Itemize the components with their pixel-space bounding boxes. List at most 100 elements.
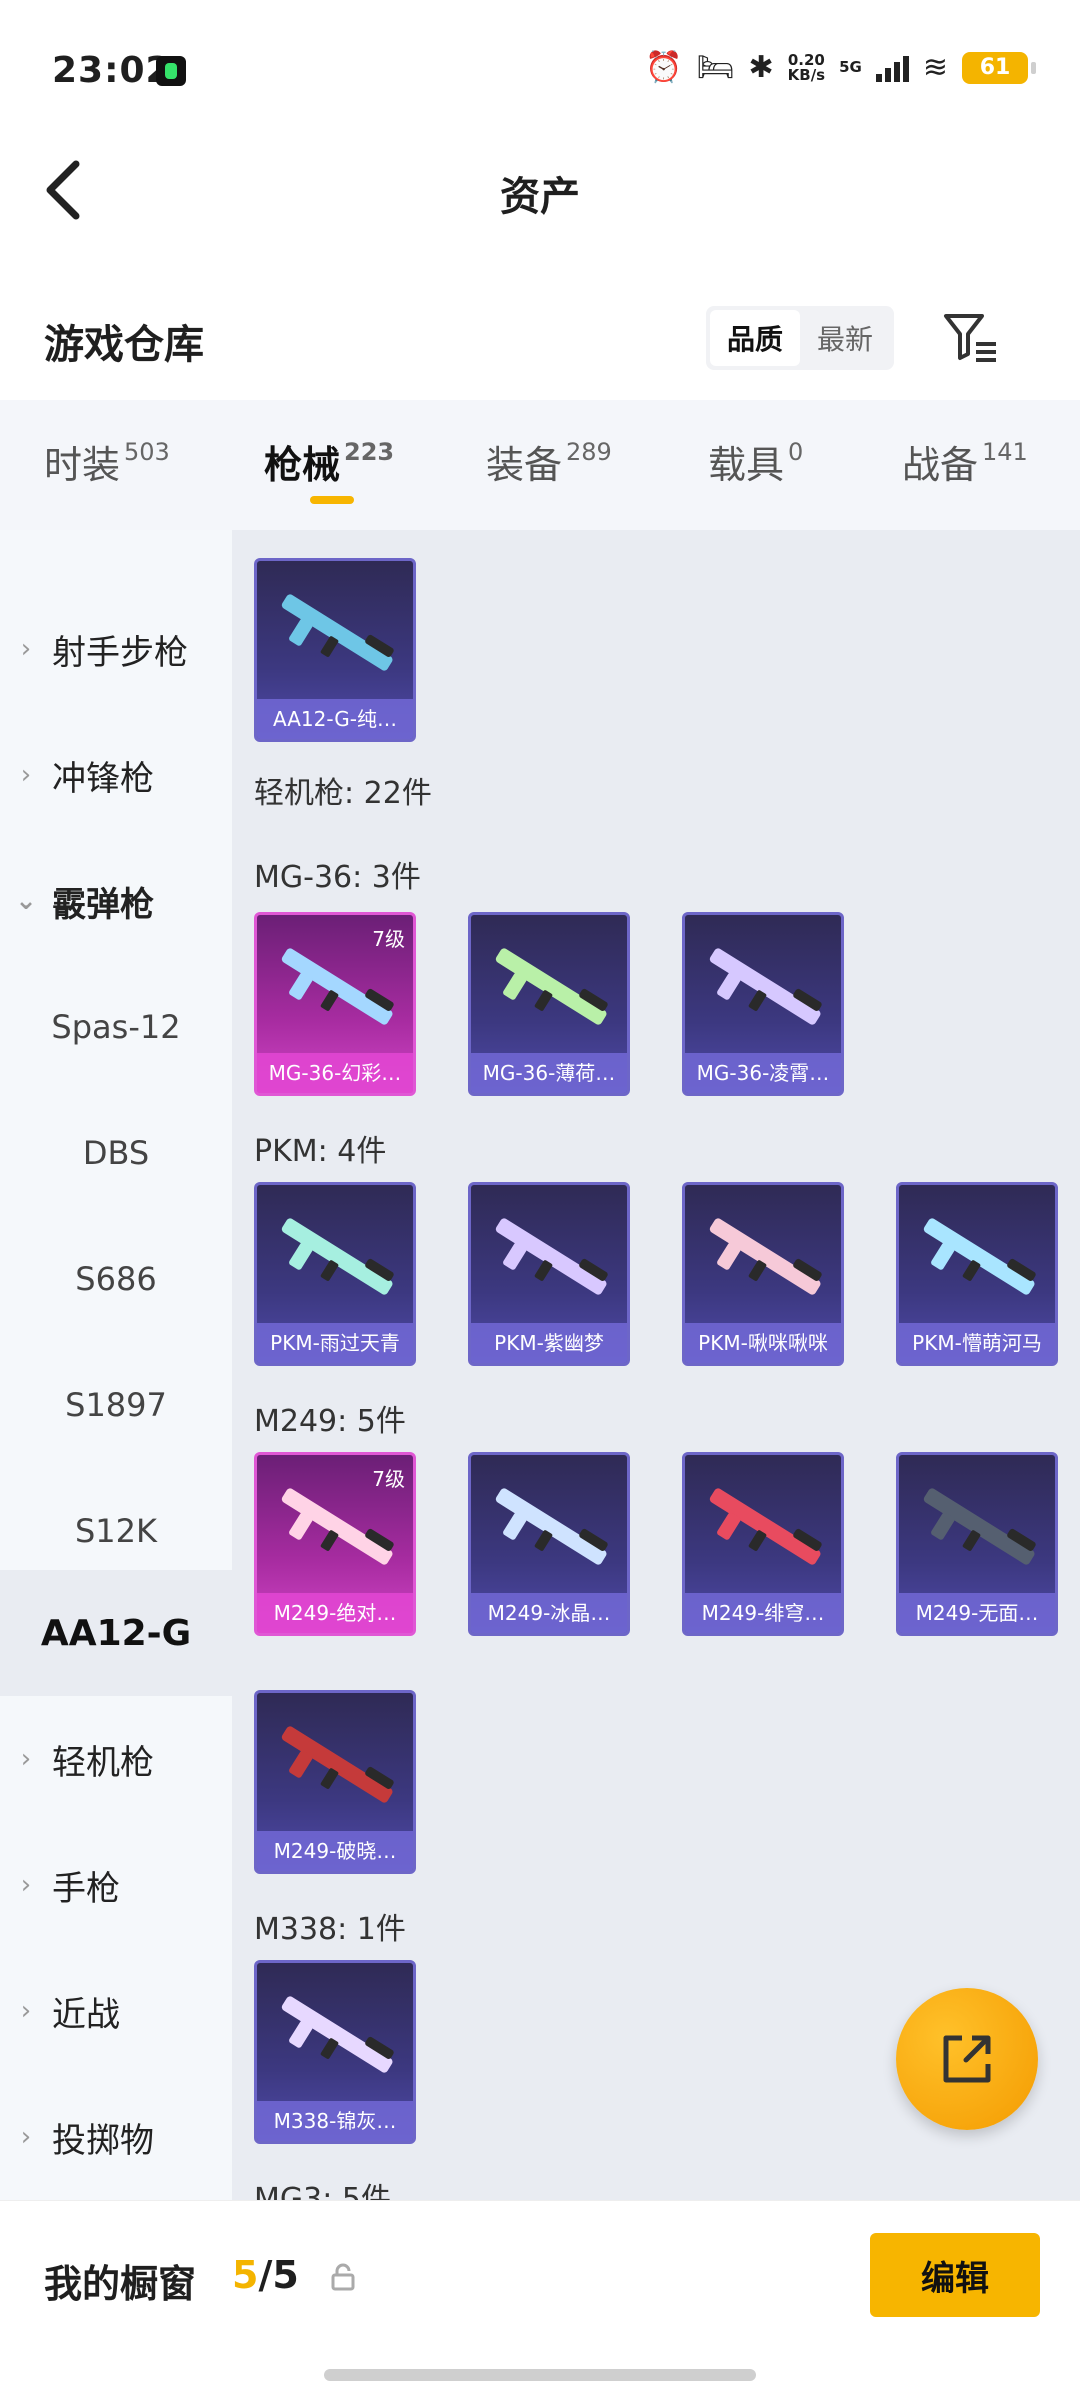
group-label-mg36: MG-36: 3件: [254, 860, 421, 895]
external-link-icon: [943, 2035, 991, 2083]
weapon-name: PKM-懵萌河马: [899, 1323, 1055, 1363]
sidebar-item-lmg[interactable]: › 轻机枪: [0, 1696, 232, 1822]
group-label-lmg: 轻机枪: 22件: [254, 776, 432, 811]
weapon-skin-image: [923, 1488, 1036, 1565]
sidebar-item-shotgun[interactable]: ⌄ 霰弹枪: [0, 838, 232, 964]
weapon-name: M249-冰晶…: [471, 1593, 627, 1633]
weapon-name: M249-绝对…: [257, 1593, 413, 1633]
sidebar-item-dbs[interactable]: DBS: [0, 1090, 232, 1216]
sidebar-item-melee[interactable]: › 近战: [0, 1948, 232, 2074]
weapon-card[interactable]: M338-锦灰…: [254, 1960, 416, 2144]
weapon-card[interactable]: 7级 M249-绝对…: [254, 1452, 416, 1636]
sidebar-item-pistol[interactable]: › 手枪: [0, 1822, 232, 1948]
chevron-right-icon: ›: [20, 2122, 32, 2152]
status-icons: ⏰ 🛏 ✱ 0.20 KB/s 5G ≋ 61: [645, 50, 1036, 85]
home-indicator: [324, 2369, 756, 2381]
chevron-right-icon: ›: [20, 760, 32, 790]
group-label-m249: M249: 5件: [254, 1404, 406, 1439]
weapon-skin-image: [709, 1488, 822, 1565]
weapon-name: PKM-雨过天青: [257, 1323, 413, 1363]
weapon-skin-image: [495, 948, 608, 1025]
tab-supplies[interactable]: 战备 141: [902, 434, 1028, 489]
app-notification-icon: [156, 56, 186, 86]
section-title: 游戏仓库: [44, 322, 204, 368]
chevron-right-icon: ›: [20, 1870, 32, 1900]
group-label-m338: M338: 1件: [254, 1912, 406, 1947]
share-button[interactable]: [896, 1988, 1038, 2130]
sidebar-item-s1897[interactable]: S1897: [0, 1342, 232, 1468]
weapon-name: AA12-G-纯…: [257, 699, 413, 739]
weapon-skin-image: [281, 1996, 394, 2073]
wifi-icon: ≋: [922, 50, 948, 85]
weapon-card[interactable]: PKM-懵萌河马: [896, 1182, 1058, 1366]
weapon-skin-image: [281, 1218, 394, 1295]
sidebar-item-aa12g[interactable]: AA12-G: [0, 1570, 232, 1696]
weapon-level: 7级: [372, 927, 405, 951]
weapon-card[interactable]: MG-36-薄荷…: [468, 912, 630, 1096]
chevron-right-icon: ›: [20, 1996, 32, 2026]
chevron-right-icon: ›: [20, 634, 32, 664]
sleep-mode-icon: 🛏: [696, 50, 735, 85]
weapon-card[interactable]: PKM-雨过天青: [254, 1182, 416, 1366]
tab-firearms[interactable]: 枪械 223: [264, 434, 394, 489]
sidebar-item-smg[interactable]: › 冲锋枪: [0, 712, 232, 838]
weapon-name: MG-36-薄荷…: [471, 1053, 627, 1093]
weapon-skin-image: [495, 1218, 608, 1295]
net-speed: 0.20 KB/s: [787, 50, 826, 84]
sort-toggle: 品质 最新: [706, 306, 894, 370]
alarm-icon: ⏰: [645, 50, 683, 85]
weapon-name: M249-破晓…: [257, 1831, 413, 1871]
weapon-skin-image: [709, 948, 822, 1025]
top-nav: 资产: [0, 140, 1080, 250]
active-tab-indicator: [310, 496, 354, 504]
bluetooth-icon: ✱: [748, 50, 774, 85]
weapon-card[interactable]: M249-无面…: [896, 1452, 1058, 1636]
sort-newest-button[interactable]: 最新: [800, 310, 890, 366]
signal-icon: [875, 54, 909, 82]
weapon-name: M338-锦灰…: [257, 2101, 413, 2141]
showcase-bar: 我的橱窗 5/5 编辑: [0, 2200, 1080, 2400]
weapon-name: MG-36-幻彩…: [257, 1053, 413, 1093]
chevron-down-icon: ⌄: [15, 886, 37, 916]
weapon-card[interactable]: M249-绯穹…: [682, 1452, 844, 1636]
weapon-name: PKM-紫幽梦: [471, 1323, 627, 1363]
weapon-grid: 轻机枪: 22件 MG-36: 3件 PKM: 4件 M249: 5件 M338…: [232, 530, 1080, 2210]
weapon-card[interactable]: M249-冰晶…: [468, 1452, 630, 1636]
warehouse-header: 游戏仓库 品质 最新: [0, 280, 1080, 400]
net-type: 5G: [839, 58, 862, 76]
status-bar: 23:02 ⏰ 🛏 ✱ 0.20 KB/s 5G ≋ 61: [0, 0, 1080, 140]
lock-icon: [331, 2263, 355, 2291]
weapon-skin-image: [923, 1218, 1036, 1295]
showcase-label: 我的橱窗: [44, 2262, 197, 2306]
weapon-card[interactable]: MG-36-凌霄…: [682, 912, 844, 1096]
weapon-name: M249-无面…: [899, 1593, 1055, 1633]
category-tabs: 时装 503 枪械 223 装备 289 载具 0 战备 141: [0, 400, 1080, 530]
weapon-name: MG-36-凌霄…: [685, 1053, 841, 1093]
clock: 23:02: [52, 50, 172, 91]
showcase-count: 5/5: [232, 2253, 299, 2297]
sidebar-item-spas12[interactable]: Spas-12: [0, 964, 232, 1090]
weapon-name: M249-绯穹…: [685, 1593, 841, 1633]
tab-fashion[interactable]: 时装 503: [44, 434, 170, 489]
sidebar-item-throwables[interactable]: › 投掷物: [0, 2074, 232, 2200]
filter-icon[interactable]: [942, 310, 1002, 364]
chevron-right-icon: ›: [20, 1744, 32, 1774]
weapon-card[interactable]: PKM-啾咪啾咪: [682, 1182, 844, 1366]
weapon-card[interactable]: PKM-紫幽梦: [468, 1182, 630, 1366]
battery-icon: 61: [962, 51, 1036, 84]
weapon-skin-image: [709, 1218, 822, 1295]
sidebar-item-s686[interactable]: S686: [0, 1216, 232, 1342]
weapon-card[interactable]: M249-破晓…: [254, 1690, 416, 1874]
edit-button[interactable]: 编辑: [870, 2233, 1040, 2317]
tab-equipment[interactable]: 装备 289: [486, 434, 612, 489]
sidebar-item-marksman-rifle[interactable]: › 射手步枪: [0, 586, 232, 712]
weapon-card[interactable]: AA12-G-纯…: [254, 558, 416, 742]
weapon-card[interactable]: 7级 MG-36-幻彩…: [254, 912, 416, 1096]
group-label-pkm: PKM: 4件: [254, 1134, 387, 1169]
tab-vehicles[interactable]: 载具 0: [708, 434, 803, 489]
weapon-skin-image: [495, 1488, 608, 1565]
weapon-name: PKM-啾咪啾咪: [685, 1323, 841, 1363]
weapon-skin-image: [281, 594, 394, 671]
sort-quality-button[interactable]: 品质: [710, 310, 800, 366]
weapon-level: 7级: [372, 1467, 405, 1491]
